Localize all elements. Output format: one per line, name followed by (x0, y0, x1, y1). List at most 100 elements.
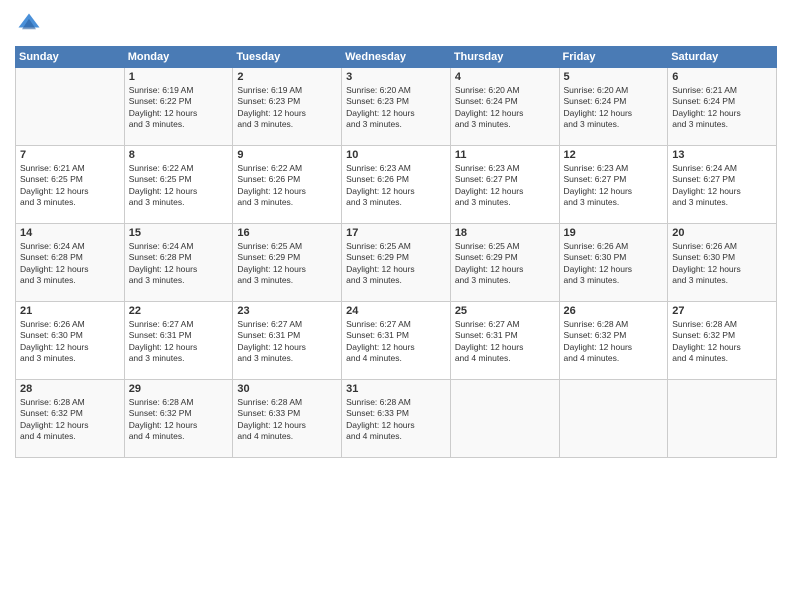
calendar-cell: 10 Sunrise: 6:23 AMSunset: 6:26 PMDayligh… (342, 146, 451, 224)
day-number: 30 (237, 383, 337, 395)
cell-details: Sunrise: 6:27 AMSunset: 6:31 PMDaylight:… (455, 319, 555, 365)
calendar-cell (668, 380, 777, 458)
day-number: 16 (237, 227, 337, 239)
calendar-cell: 26 Sunrise: 6:28 AMSunset: 6:32 PMDayligh… (559, 302, 668, 380)
calendar-cell: 11 Sunrise: 6:23 AMSunset: 6:27 PMDayligh… (450, 146, 559, 224)
cell-details: Sunrise: 6:23 AMSunset: 6:26 PMDaylight:… (346, 163, 446, 209)
cell-details: Sunrise: 6:20 AMSunset: 6:23 PMDaylight:… (346, 85, 446, 131)
cell-details: Sunrise: 6:28 AMSunset: 6:32 PMDaylight:… (20, 397, 120, 443)
col-header-monday: Monday (124, 47, 233, 68)
day-number: 19 (564, 227, 664, 239)
calendar-cell (16, 68, 125, 146)
cell-details: Sunrise: 6:24 AMSunset: 6:28 PMDaylight:… (129, 241, 229, 287)
calendar-cell: 3Sunrise: 6:20 AMSunset: 6:23 PMDaylight… (342, 68, 451, 146)
logo (15, 10, 47, 38)
cell-details: Sunrise: 6:19 AMSunset: 6:22 PMDaylight:… (129, 85, 229, 131)
calendar-cell: 30 Sunrise: 6:28 AMSunset: 6:33 PMDayligh… (233, 380, 342, 458)
page: SundayMondayTuesdayWednesdayThursdayFrid… (0, 0, 792, 612)
cell-details: Sunrise: 6:20 AMSunset: 6:24 PMDaylight:… (564, 85, 664, 131)
calendar-cell: 1 Sunrise: 6:19 AMSunset: 6:22 PMDaylight… (124, 68, 233, 146)
calendar-cell: 25 Sunrise: 6:27 AMSunset: 6:31 PMDayligh… (450, 302, 559, 380)
calendar-cell: 27 Sunrise: 6:28 AMSunset: 6:32 PMDayligh… (668, 302, 777, 380)
cell-details: Sunrise: 6:23 AMSunset: 6:27 PMDaylight:… (564, 163, 664, 209)
day-number: 26 (564, 305, 664, 317)
day-number: 2 (237, 71, 337, 83)
cell-details: Sunrise: 6:22 AMSunset: 6:26 PMDaylight:… (237, 163, 337, 209)
cell-details: Sunrise: 6:26 AMSunset: 6:30 PMDaylight:… (672, 241, 772, 287)
col-header-thursday: Thursday (450, 47, 559, 68)
calendar-cell: 29 Sunrise: 6:28 AMSunset: 6:32 PMDayligh… (124, 380, 233, 458)
cell-details: Sunrise: 6:25 AMSunset: 6:29 PMDaylight:… (346, 241, 446, 287)
calendar-cell: 22 Sunrise: 6:27 AMSunset: 6:31 PMDayligh… (124, 302, 233, 380)
day-number: 11 (455, 149, 555, 161)
header (15, 10, 777, 38)
day-number: 22 (129, 305, 229, 317)
day-number: 25 (455, 305, 555, 317)
calendar-cell (450, 380, 559, 458)
day-number: 21 (20, 305, 120, 317)
calendar-cell (559, 380, 668, 458)
day-number: 27 (672, 305, 772, 317)
cell-details: Sunrise: 6:28 AMSunset: 6:33 PMDaylight:… (237, 397, 337, 443)
col-header-wednesday: Wednesday (342, 47, 451, 68)
calendar-cell: 31 Sunrise: 6:28 AMSunset: 6:33 PMDayligh… (342, 380, 451, 458)
calendar-cell: 2 Sunrise: 6:19 AMSunset: 6:23 PMDaylight… (233, 68, 342, 146)
cell-details: Sunrise: 6:28 AMSunset: 6:32 PMDaylight:… (564, 319, 664, 365)
cell-details: Sunrise: 6:19 AMSunset: 6:23 PMDaylight:… (237, 85, 337, 131)
cell-details: Sunrise: 6:20 AMSunset: 6:24 PMDaylight:… (455, 85, 555, 131)
day-number: 4 (455, 71, 555, 83)
logo-icon (15, 10, 43, 38)
day-number: 9 (237, 149, 337, 161)
calendar-cell: 8 Sunrise: 6:22 AMSunset: 6:25 PMDaylight… (124, 146, 233, 224)
day-number: 28 (20, 383, 120, 395)
calendar-cell: 28 Sunrise: 6:28 AMSunset: 6:32 PMDayligh… (16, 380, 125, 458)
cell-details: Sunrise: 6:26 AMSunset: 6:30 PMDaylight:… (564, 241, 664, 287)
calendar-cell: 9 Sunrise: 6:22 AMSunset: 6:26 PMDaylight… (233, 146, 342, 224)
cell-details: Sunrise: 6:22 AMSunset: 6:25 PMDaylight:… (129, 163, 229, 209)
calendar-cell: 14 Sunrise: 6:24 AMSunset: 6:28 PMDayligh… (16, 224, 125, 302)
day-number: 29 (129, 383, 229, 395)
day-number: 8 (129, 149, 229, 161)
header-row: SundayMondayTuesdayWednesdayThursdayFrid… (16, 47, 777, 68)
day-number: 31 (346, 383, 446, 395)
day-number: 14 (20, 227, 120, 239)
day-number: 13 (672, 149, 772, 161)
cell-details: Sunrise: 6:23 AMSunset: 6:27 PMDaylight:… (455, 163, 555, 209)
col-header-friday: Friday (559, 47, 668, 68)
day-number: 23 (237, 305, 337, 317)
calendar-cell: 6Sunrise: 6:21 AMSunset: 6:24 PMDaylight… (668, 68, 777, 146)
day-number: 18 (455, 227, 555, 239)
cell-details: Sunrise: 6:25 AMSunset: 6:29 PMDaylight:… (237, 241, 337, 287)
calendar-cell: 17 Sunrise: 6:25 AMSunset: 6:29 PMDayligh… (342, 224, 451, 302)
calendar-cell: 13 Sunrise: 6:24 AMSunset: 6:27 PMDayligh… (668, 146, 777, 224)
week-row-5: 28 Sunrise: 6:28 AMSunset: 6:32 PMDayligh… (16, 380, 777, 458)
day-number: 24 (346, 305, 446, 317)
week-row-4: 21 Sunrise: 6:26 AMSunset: 6:30 PMDayligh… (16, 302, 777, 380)
day-number: 12 (564, 149, 664, 161)
cell-details: Sunrise: 6:26 AMSunset: 6:30 PMDaylight:… (20, 319, 120, 365)
calendar-cell: 18 Sunrise: 6:25 AMSunset: 6:29 PMDayligh… (450, 224, 559, 302)
calendar-table: SundayMondayTuesdayWednesdayThursdayFrid… (15, 46, 777, 458)
cell-details: Sunrise: 6:27 AMSunset: 6:31 PMDaylight:… (129, 319, 229, 365)
calendar-cell: 20 Sunrise: 6:26 AMSunset: 6:30 PMDayligh… (668, 224, 777, 302)
day-number: 10 (346, 149, 446, 161)
cell-details: Sunrise: 6:24 AMSunset: 6:28 PMDaylight:… (20, 241, 120, 287)
col-header-tuesday: Tuesday (233, 47, 342, 68)
cell-details: Sunrise: 6:25 AMSunset: 6:29 PMDaylight:… (455, 241, 555, 287)
day-number: 17 (346, 227, 446, 239)
col-header-saturday: Saturday (668, 47, 777, 68)
calendar-cell: 16 Sunrise: 6:25 AMSunset: 6:29 PMDayligh… (233, 224, 342, 302)
day-number: 1 (129, 71, 229, 83)
cell-details: Sunrise: 6:28 AMSunset: 6:32 PMDaylight:… (672, 319, 772, 365)
calendar-cell: 5Sunrise: 6:20 AMSunset: 6:24 PMDaylight… (559, 68, 668, 146)
cell-details: Sunrise: 6:24 AMSunset: 6:27 PMDaylight:… (672, 163, 772, 209)
calendar-cell: 21 Sunrise: 6:26 AMSunset: 6:30 PMDayligh… (16, 302, 125, 380)
cell-details: Sunrise: 6:27 AMSunset: 6:31 PMDaylight:… (346, 319, 446, 365)
day-number: 20 (672, 227, 772, 239)
cell-details: Sunrise: 6:28 AMSunset: 6:33 PMDaylight:… (346, 397, 446, 443)
calendar-cell: 7Sunrise: 6:21 AMSunset: 6:25 PMDaylight… (16, 146, 125, 224)
cell-details: Sunrise: 6:21 AMSunset: 6:25 PMDaylight:… (20, 163, 120, 209)
calendar-cell: 15Sunrise: 6:24 AMSunset: 6:28 PMDayligh… (124, 224, 233, 302)
calendar-cell: 19 Sunrise: 6:26 AMSunset: 6:30 PMDayligh… (559, 224, 668, 302)
cell-details: Sunrise: 6:28 AMSunset: 6:32 PMDaylight:… (129, 397, 229, 443)
